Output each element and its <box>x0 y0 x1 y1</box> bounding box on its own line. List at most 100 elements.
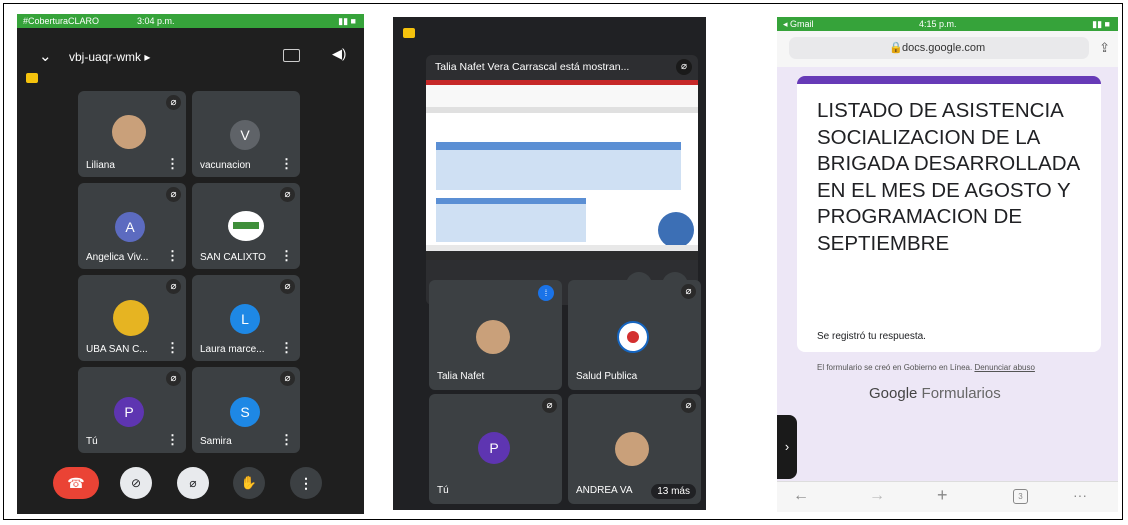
more-vert-icon[interactable]: ⋮ <box>166 340 179 356</box>
participant-tile[interactable]: ⌀ SAN CALIXTO ⋮ <box>192 183 300 269</box>
captions-badge-icon <box>403 28 415 38</box>
more-vert-icon[interactable]: ⋮ <box>166 156 179 172</box>
form-card: LISTADO DE ASISTENCIA SOCIALIZACION DE L… <box>797 76 1101 352</box>
participant-name: Liliana <box>86 160 115 171</box>
speaker-icon[interactable]: ◀) <box>332 46 346 62</box>
collapse-chevron-icon[interactable]: ⌄ <box>39 47 52 65</box>
end-call-button[interactable]: ☎ <box>53 467 99 499</box>
mic-off-icon: ⌀ <box>280 279 295 294</box>
response-confirmation: Se registró tu respuesta. <box>817 331 926 342</box>
participant-name: Tú <box>437 485 449 496</box>
participant-name: Salud Publica <box>576 371 638 382</box>
participant-avatar: V <box>230 120 260 150</box>
mic-off-icon: ⌀ <box>280 187 295 202</box>
form-title: LISTADO DE ASISTENCIA SOCIALIZACION DE L… <box>817 99 1080 255</box>
participant-tile[interactable]: ⌀ P Tú <box>429 394 562 504</box>
meet-phone-presentation: Talia Nafet Vera Carrascal está mostran.… <box>393 17 706 510</box>
participant-tile[interactable]: ⌀ S Samira ⋮ <box>192 367 300 453</box>
participant-photo <box>113 300 149 336</box>
meet-phone-grid: #CoberturaCLARO 3:04 p.m. ▮▮ ■ ⌄ vbj-uaq… <box>17 14 364 514</box>
side-panel-handle[interactable]: › <box>777 415 797 479</box>
participant-tile[interactable]: ⌀ P Tú ⋮ <box>78 367 186 453</box>
brand-google: Google <box>869 385 918 402</box>
status-time: 4:15 p.m. <box>919 19 957 29</box>
footer-text: El formulario se creó en Gobierno en Lín… <box>817 363 973 372</box>
mic-off-button[interactable]: ⌀ <box>177 467 209 499</box>
more-vert-icon[interactable]: ⋮ <box>280 156 293 172</box>
browser-toolbar: ← → + 3 ··· <box>777 481 1118 512</box>
participant-tile[interactable]: ⌀ Liliana ⋮ <box>78 91 186 177</box>
participant-tile[interactable]: ⌀ UBA SAN C... ⋮ <box>78 275 186 361</box>
camera-off-button[interactable]: ⊘ <box>120 467 152 499</box>
participant-tile[interactable]: ⌀ Salud Publica <box>568 280 701 390</box>
san-calixto-logo <box>228 211 264 241</box>
url-text: docs.google.com <box>902 42 986 54</box>
participant-name: vacunacion <box>200 160 251 171</box>
status-bar: ◂ Gmail 4:15 p.m. ▮▮ ■ <box>777 17 1118 31</box>
participant-name: Tú <box>86 436 98 447</box>
participant-avatar: L <box>230 304 260 334</box>
shared-spreadsheet <box>426 80 698 260</box>
more-options-button[interactable]: ⋮ <box>290 467 322 499</box>
google-forms-brand: Google Formularios <box>869 385 1001 402</box>
new-tab-icon[interactable]: + <box>937 485 948 506</box>
forward-arrow-icon[interactable]: → <box>869 487 885 505</box>
mic-off-icon: ⌀ <box>166 95 181 110</box>
presentation-tile[interactable]: Talia Nafet Vera Carrascal está mostran.… <box>426 55 698 305</box>
mic-off-icon: ⌀ <box>542 398 557 413</box>
participant-name: ANDREA VA <box>576 485 633 496</box>
more-vert-icon[interactable]: ⋮ <box>166 432 179 448</box>
participant-avatar: P <box>114 397 144 427</box>
participant-avatar: A <box>115 212 145 242</box>
switch-camera-icon[interactable] <box>283 49 300 62</box>
lock-icon: 🔒 <box>889 42 903 54</box>
presenting-banner: Talia Nafet Vera Carrascal está mostran.… <box>435 61 630 73</box>
mic-off-icon: ⌀ <box>166 279 181 294</box>
raise-hand-button[interactable]: ✋ <box>233 467 265 499</box>
more-vert-icon[interactable]: ⋮ <box>280 248 293 264</box>
status-carrier: ◂ Gmail <box>783 19 814 29</box>
url-bar[interactable]: 🔒 docs.google.com <box>789 37 1089 59</box>
mic-off-icon: ⌀ <box>166 371 181 386</box>
speaking-indicator-icon: ⁞ <box>538 285 554 301</box>
meeting-code[interactable]: vbj-uaqr-wmk ▸ <box>69 50 150 64</box>
participant-avatar: P <box>478 432 510 464</box>
browser-header: 🔒 docs.google.com ⇪ <box>777 31 1118 67</box>
brand-product: Formularios <box>921 385 1001 402</box>
forms-phone: ◂ Gmail 4:15 p.m. ▮▮ ■ 🔒 docs.google.com… <box>777 17 1118 512</box>
status-time: 3:04 p.m. <box>137 16 175 26</box>
mic-off-icon: ⌀ <box>681 398 696 413</box>
participant-tile[interactable]: ⌀ L Laura marce... ⋮ <box>192 275 300 361</box>
more-horiz-icon[interactable]: ··· <box>1073 487 1087 503</box>
participant-photo <box>615 432 649 466</box>
participant-name: Angelica Viv... <box>86 252 149 263</box>
participant-name: Samira <box>200 436 232 447</box>
back-arrow-icon[interactable]: ← <box>793 487 809 505</box>
participant-name: SAN CALIXTO <box>200 252 266 263</box>
more-participants-badge[interactable]: 13 más <box>651 484 696 499</box>
participant-tile[interactable]: ⌀ A Angelica Viv... ⋮ <box>78 183 186 269</box>
share-icon[interactable]: ⇪ <box>1099 40 1110 56</box>
battery-icon: ▮▮ ■ <box>1092 19 1110 29</box>
mic-off-icon: ⌀ <box>676 59 692 75</box>
participant-name: Laura marce... <box>200 344 265 355</box>
participant-tile[interactable]: V vacunacion ⋮ <box>192 91 300 177</box>
more-vert-icon[interactable]: ⋮ <box>166 248 179 264</box>
salud-publica-logo <box>617 321 649 353</box>
participant-tile[interactable]: ⁞ Talia Nafet <box>429 280 562 390</box>
mic-off-icon: ⌀ <box>280 371 295 386</box>
mic-off-icon: ⌀ <box>681 284 696 299</box>
status-bar: #CoberturaCLARO 3:04 p.m. ▮▮ ■ <box>17 14 364 28</box>
battery-icon: ▮▮ ■ <box>338 16 356 26</box>
more-vert-icon[interactable]: ⋮ <box>280 340 293 356</box>
participant-name: UBA SAN C... <box>86 344 148 355</box>
report-abuse-link[interactable]: Denunciar abuso <box>974 363 1034 372</box>
more-vert-icon[interactable]: ⋮ <box>280 432 293 448</box>
mic-off-icon: ⌀ <box>166 187 181 202</box>
form-footer: El formulario se creó en Gobierno en Lín… <box>817 363 1035 372</box>
participant-photo <box>112 115 146 149</box>
participant-photo <box>476 320 510 354</box>
participant-tile[interactable]: ⌀ ANDREA VA 13 más <box>568 394 701 504</box>
status-carrier: #CoberturaCLARO <box>23 16 100 26</box>
tabs-count-icon[interactable]: 3 <box>1013 489 1028 504</box>
